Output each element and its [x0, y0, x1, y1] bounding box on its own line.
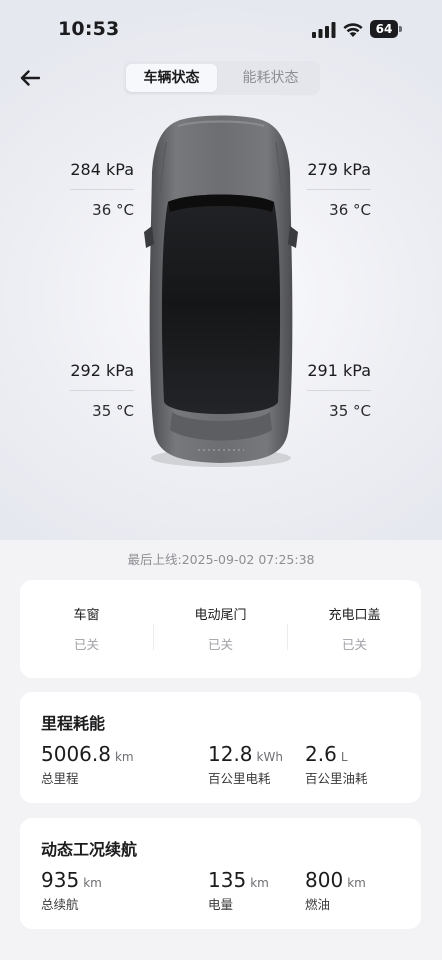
tire-pressure: 279 kPa: [307, 160, 371, 179]
metric-label: 总里程: [41, 771, 79, 786]
back-button[interactable]: [16, 64, 44, 92]
metric-label: 百公里电耗: [208, 771, 271, 786]
divider: [70, 189, 134, 190]
divider: [307, 390, 371, 391]
divider: [70, 390, 134, 391]
status-bar: 10:53 64: [0, 0, 442, 60]
dynamic-range-card[interactable]: 动态工况续航 935 km 总续航 135 km 电量 800 km 燃油: [20, 818, 421, 929]
tab-energy-status[interactable]: 能耗状态: [225, 64, 316, 92]
divider: [307, 189, 371, 190]
metric-value: 2.6: [305, 742, 337, 766]
metric-unit: kWh: [256, 750, 283, 764]
metric-fuel-consumption: 2.6 L 百公里油耗: [305, 742, 368, 787]
metric-value: 935: [41, 868, 80, 892]
battery-icon: 64: [370, 20, 402, 38]
status-item-window[interactable]: 车窗 已关: [20, 580, 153, 678]
battery-cap: [399, 26, 402, 32]
mileage-energy-card[interactable]: 里程耗能 5006.8 km 总里程 12.8 kWh 百公里电耗 2.6 L 百公里…: [20, 692, 421, 803]
tire-rear-left: 292 kPa 35 °C: [70, 360, 134, 422]
status-label: 充电口盖: [328, 608, 381, 623]
status-item-charge-port[interactable]: 充电口盖 已关: [288, 580, 421, 678]
status-item-tailgate[interactable]: 电动尾门 已关: [154, 580, 287, 678]
metric-value: 5006.8: [41, 742, 111, 766]
clock: 10:53: [58, 18, 120, 40]
tire-pressure: 284 kPa: [70, 160, 134, 179]
status-value: 已关: [73, 637, 99, 652]
tire-temperature: 35 °C: [92, 402, 134, 420]
status-value: 已关: [207, 637, 233, 652]
metric-value: 800: [305, 868, 344, 892]
metric-unit: km: [347, 876, 366, 890]
metric-label: 百公里油耗: [305, 771, 368, 786]
tire-front-left: 284 kPa 36 °C: [70, 159, 134, 221]
car-top-view-image: [144, 115, 298, 467]
vehicle-status-card: 车窗 已关 电动尾门 已关 充电口盖 已关: [20, 580, 421, 678]
tire-temperature: 36 °C: [92, 201, 134, 219]
tire-temperature: 36 °C: [329, 201, 371, 219]
wifi-icon: [343, 23, 363, 37]
metric-unit: km: [83, 876, 102, 890]
card-title: 里程耗能: [41, 714, 106, 733]
metric-total-mileage: 5006.8 km 总里程: [41, 742, 134, 787]
tire-pressure: 292 kPa: [70, 361, 134, 380]
status-label: 电动尾门: [194, 608, 247, 623]
metric-unit: L: [340, 750, 348, 764]
tire-front-right: 279 kPa 36 °C: [307, 159, 371, 221]
battery-level: 64: [370, 20, 398, 38]
metric-unit: km: [250, 876, 269, 890]
arrow-left-icon: [20, 70, 40, 86]
metric-unit: km: [114, 750, 134, 764]
last-online-text: 最后上线:2025-09-02 07:25:38: [127, 552, 315, 567]
card-title: 动态工况续航: [41, 840, 138, 859]
tire-rear-right: 291 kPa 35 °C: [307, 360, 371, 422]
metric-fuel-range: 800 km 燃油: [305, 868, 366, 913]
metric-value: 135: [208, 868, 247, 892]
metric-label: 电量: [208, 897, 234, 912]
tire-temperature: 35 °C: [329, 402, 371, 420]
metric-electric-consumption: 12.8 kWh 百公里电耗: [208, 742, 283, 787]
tire-pressure: 291 kPa: [307, 361, 371, 380]
metric-label: 总续航: [41, 897, 79, 912]
status-label: 车窗: [73, 608, 100, 623]
status-value: 已关: [341, 637, 367, 652]
cellular-signal-icon: [312, 22, 336, 38]
metric-total-range: 935 km 总续航: [41, 868, 102, 913]
metric-label: 燃油: [305, 897, 331, 912]
metric-electric-range: 135 km 电量: [208, 868, 269, 913]
tab-vehicle-status[interactable]: 车辆状态: [126, 64, 217, 92]
view-tabs: 车辆状态 能耗状态: [123, 61, 320, 95]
metric-value: 12.8: [208, 742, 253, 766]
